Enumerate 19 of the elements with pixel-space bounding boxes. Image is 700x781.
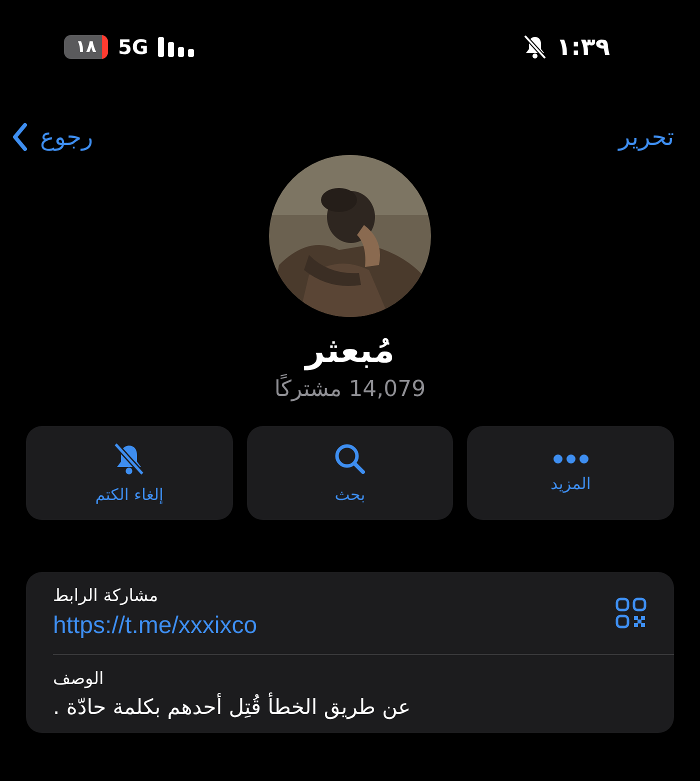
info-label: الوصف [53, 669, 104, 689]
search-icon [334, 442, 366, 474]
channel-link[interactable]: https://t.me/xxxixco [53, 612, 258, 640]
back-button[interactable]: رجوع [12, 122, 94, 152]
back-chevron-icon [12, 122, 28, 152]
channel-name: مُبعثر [305, 331, 395, 371]
network-label: 5G [118, 35, 148, 59]
more-icon [552, 454, 589, 464]
more-button[interactable]: المزيد [467, 426, 674, 520]
clock-time: ١:٣٩ [556, 33, 610, 61]
unmute-button[interactable]: إلغاء الكتم [26, 426, 233, 520]
edit-button[interactable]: تحرير [618, 123, 674, 151]
battery-level: ١٨ [76, 37, 96, 57]
battery-charge-fill [102, 35, 108, 59]
qr-code-icon[interactable] [615, 597, 647, 629]
info-label: مشاركة الرابط [53, 586, 158, 606]
signal-icon [158, 37, 194, 57]
search-button[interactable]: بحث [246, 426, 454, 520]
muted-bell-icon [114, 442, 144, 474]
